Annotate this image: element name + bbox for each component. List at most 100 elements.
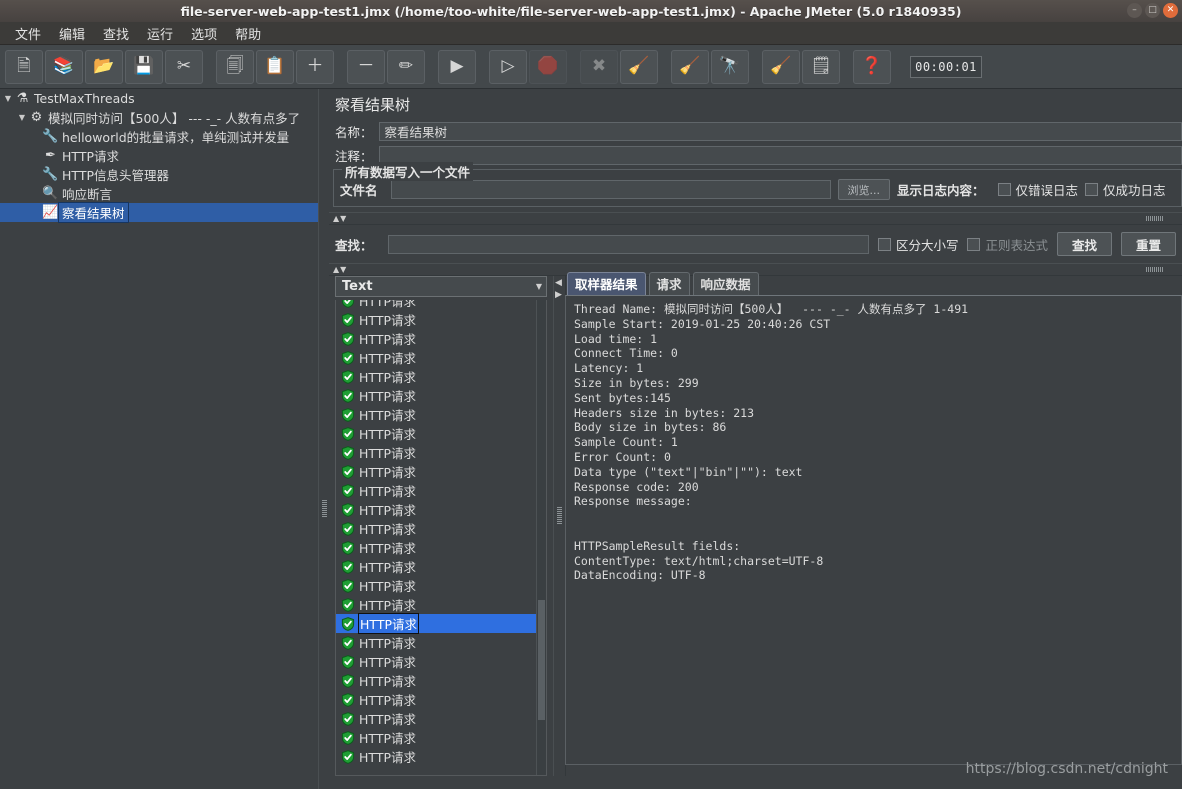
expand-all-button[interactable]: ＋ [296, 49, 334, 84]
find-button[interactable]: 查找 [1056, 232, 1112, 256]
list-item[interactable]: HTTP请求 [336, 671, 537, 690]
paste-button[interactable]: 📋 [256, 49, 294, 84]
list-item[interactable]: HTTP请求 [336, 348, 537, 367]
list-item[interactable]: HTTP请求 [336, 538, 537, 557]
list-item[interactable]: HTTP请求 [336, 462, 537, 481]
help-button[interactable]: ❓ [853, 49, 891, 84]
list-item[interactable]: HTTP请求 [336, 690, 537, 709]
open-button[interactable]: 📂 [85, 49, 123, 84]
clear-all-button[interactable]: 🧹 [671, 49, 709, 84]
menu-help[interactable]: 帮助 [226, 22, 270, 45]
list-item[interactable]: HTTP请求 [336, 405, 537, 424]
list-item[interactable]: HTTP请求 [336, 519, 537, 538]
menu-search[interactable]: 查找 [94, 22, 138, 45]
tree-node-test-plan[interactable]: ▼ ⚗ TestMaxThreads [0, 89, 318, 108]
maximize-icon[interactable]: □ [1145, 3, 1160, 18]
list-item[interactable]: HTTP请求 [336, 386, 537, 405]
comment-input[interactable] [378, 146, 1182, 165]
list-item[interactable]: HTTP请求 [336, 747, 537, 766]
list-item[interactable]: HTTP请求 [336, 367, 537, 386]
tab-response-data[interactable]: 响应数据 [692, 272, 759, 295]
tree-node-view-results-tree[interactable]: 📈 察看结果树 [0, 202, 318, 223]
list-item[interactable]: HTTP请求 [336, 595, 537, 614]
start-no-pauses-button[interactable]: ▷ [489, 49, 527, 84]
renderer-combobox[interactable]: Text ▼ [335, 276, 547, 297]
scrollbar-thumb[interactable] [538, 600, 545, 720]
errors-only-checkbox[interactable]: 仅错误日志 [997, 180, 1078, 199]
tree-node-http-request[interactable]: ✒ HTTP请求 [0, 146, 318, 165]
menu-file[interactable]: 文件 [6, 22, 50, 45]
list-item[interactable]: HTTP请求 [336, 329, 537, 348]
log-display-label: 显示日志内容： [897, 183, 985, 198]
cut-button[interactable]: ✂ [165, 49, 203, 84]
search-input[interactable] [387, 234, 869, 254]
new-button[interactable]: 🗎 [5, 49, 43, 84]
browse-button[interactable]: 浏览... [837, 179, 891, 200]
reset-button[interactable]: 重置 [1120, 232, 1176, 256]
list-item[interactable]: HTTP请求 [336, 443, 537, 462]
list-item[interactable]: HTTP请求 [336, 557, 537, 576]
collapse-all-button[interactable]: － [347, 49, 385, 84]
checkbox-box-errors[interactable] [997, 183, 1011, 196]
splitter-arrows-icon[interactable]: ▲▼ [333, 265, 347, 274]
list-item[interactable]: HTTP请求 [336, 728, 537, 747]
name-input[interactable]: 察看结果树 [378, 122, 1182, 141]
list-item[interactable]: HTTP请求 [336, 500, 537, 519]
start-button[interactable]: ▶ [438, 49, 476, 84]
new-file-icon: 🗎 [17, 56, 31, 76]
menu-edit[interactable]: 编辑 [50, 22, 94, 45]
tree-node-label: helloworld的批量请求，单纯测试并发量 [62, 130, 290, 145]
stop-button[interactable]: 🛑 [529, 49, 567, 84]
tree-node-response-assertion[interactable]: 🔍 响应断言 [0, 184, 318, 203]
splitter-arrows-icon[interactable]: ▲▼ [333, 214, 347, 223]
templates-button[interactable]: 📚 [45, 49, 83, 84]
list-item[interactable]: HTTP请求 [336, 633, 537, 652]
tree-expand-toggle-icon[interactable]: ▼ [16, 113, 28, 122]
list-item[interactable]: HTTP请求 [336, 709, 537, 728]
tree-node-config-element[interactable]: 🔧 helloworld的批量请求，单纯测试并发量 [0, 127, 318, 146]
list-item-label: HTTP请求 [358, 613, 419, 634]
case-sensitive-checkbox[interactable]: 区分大小写 [877, 235, 958, 254]
list-item[interactable]: HTTP请求 [336, 576, 537, 595]
list-item[interactable]: HTTP请求 [336, 481, 537, 500]
minimize-icon[interactable]: – [1127, 3, 1142, 18]
toggle-button[interactable]: ✏ [387, 49, 425, 84]
reset-search-button[interactable]: 🧹 [762, 49, 800, 84]
menu-run[interactable]: 运行 [138, 22, 182, 45]
tree-node-thread-group[interactable]: ▼ ⚙ 模拟同时访问【500人】 --- -_- 人数有点多了 [0, 108, 318, 127]
regex-checkbox[interactable]: 正则表达式 [967, 235, 1048, 254]
checkbox-box-case[interactable] [877, 237, 891, 251]
collapse-left-arrow-icon[interactable]: ◀ [555, 278, 562, 288]
results-list-scrollbar[interactable] [536, 300, 546, 775]
clear-button[interactable]: 🧹 [620, 49, 658, 84]
checkbox-box-success[interactable] [1085, 183, 1099, 196]
list-item[interactable]: HTTP请求 [336, 310, 537, 329]
results-list[interactable]: HTTP请求 HTTP请求 HTTP请求 HTTP请求 HTTP请求 HTTP请求 HTTP… [335, 300, 547, 776]
list-item[interactable]: HTTP请求 [336, 652, 537, 671]
filename-label: 文件名 [340, 183, 378, 198]
tree-expand-toggle-icon[interactable]: ▼ [2, 94, 14, 103]
success-only-checkbox[interactable]: 仅成功日志 [1085, 180, 1166, 199]
chevron-down-icon[interactable]: ▼ [536, 282, 542, 291]
horizontal-splitter-top[interactable]: ▲▼ [329, 212, 1182, 225]
clipboard-icon: 📋 [264, 56, 286, 76]
filename-input[interactable] [390, 180, 831, 199]
list-item[interactable]: HTTP请求 [336, 300, 537, 310]
list-item-label: HTTP请求 [359, 427, 416, 442]
test-plan-tree[interactable]: ▼ ⚗ TestMaxThreads ▼ ⚙ 模拟同时访问【500人】 --- -_- 人… [0, 89, 318, 789]
function-helper-button[interactable]: 🗒 [802, 49, 840, 84]
save-button[interactable]: 💾 [125, 49, 163, 84]
tab-request[interactable]: 请求 [648, 272, 690, 295]
shutdown-button[interactable]: ✖ [580, 49, 618, 84]
menu-options[interactable]: 选项 [182, 22, 226, 45]
collapse-right-arrow-icon[interactable]: ▶ [555, 290, 562, 300]
toolbar-separator [660, 66, 671, 67]
search-button[interactable]: 🔭 [711, 49, 749, 84]
close-icon[interactable]: ✕ [1163, 3, 1178, 18]
copy-button[interactable]: 🗐 [216, 49, 254, 84]
tree-node-http-header-manager[interactable]: 🔧 HTTP信息头管理器 [0, 165, 318, 184]
list-item[interactable]: HTTP请求 [336, 424, 537, 443]
checkbox-box-regex[interactable] [967, 237, 981, 251]
tab-sampler-result[interactable]: 取样器结果 [567, 272, 646, 295]
list-item[interactable]: HTTP请求 [336, 613, 537, 634]
